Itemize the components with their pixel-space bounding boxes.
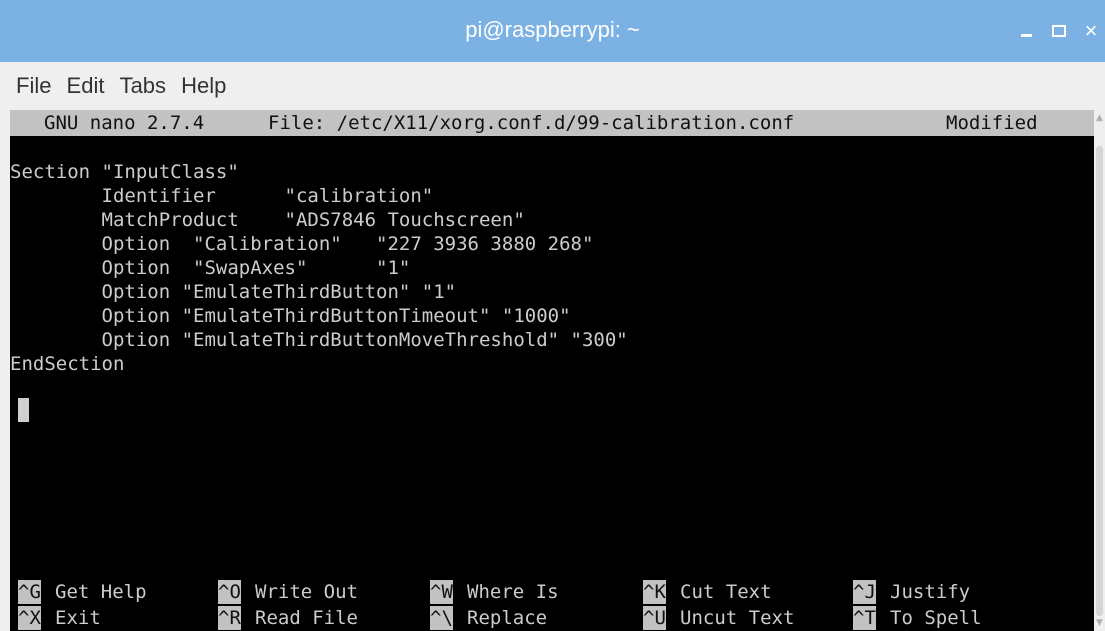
- editor-line: EndSection: [10, 353, 125, 375]
- nano-status: Modified: [946, 112, 1038, 134]
- scrollbar-thumb[interactable]: [1096, 146, 1103, 616]
- menu-file[interactable]: File: [16, 62, 51, 110]
- editor-line: Section "InputClass": [10, 161, 239, 183]
- terminal-area[interactable]: GNU nano 2.7.4 File: /etc/X11/xorg.conf.…: [10, 110, 1094, 631]
- shortcut-where-is[interactable]: Where Is: [467, 580, 559, 604]
- menu-edit[interactable]: Edit: [67, 62, 105, 110]
- shortcut-to-spell[interactable]: To Spell: [890, 606, 982, 630]
- editor-line: Identifier "calibration": [10, 185, 434, 207]
- minimize-button[interactable]: [1012, 18, 1040, 44]
- maximize-button[interactable]: [1045, 18, 1073, 44]
- nano-filename: File: /etc/X11/xorg.conf.d/99-calibratio…: [268, 112, 795, 134]
- shortcut-key: ^\: [430, 606, 453, 630]
- window-title: pi@raspberrypi: ~: [465, 17, 640, 42]
- scroll-down-icon[interactable]: ▼: [1095, 618, 1104, 628]
- scroll-up-icon[interactable]: ▲: [1095, 113, 1104, 123]
- menu-tabs[interactable]: Tabs: [120, 62, 166, 110]
- text-cursor: [18, 398, 29, 422]
- minimize-icon: [1020, 34, 1032, 37]
- scrollbar[interactable]: ▲ ▼: [1094, 110, 1105, 631]
- menu-help[interactable]: Help: [181, 62, 226, 110]
- shortcut-key: ^R: [218, 606, 241, 630]
- nano-header: GNU nano 2.7.4 File: /etc/X11/xorg.conf.…: [10, 110, 1094, 136]
- shortcut-justify[interactable]: Justify: [890, 580, 970, 604]
- title-bar[interactable]: pi@raspberrypi: ~ ×: [0, 0, 1105, 62]
- editor-line: Option "SwapAxes" "1": [10, 257, 411, 279]
- editor-line: Option "EmulateThirdButtonTimeout" "1000…: [10, 305, 571, 327]
- shortcut-replace[interactable]: Replace: [467, 606, 547, 630]
- shortcut-key: ^W: [430, 580, 453, 604]
- shortcut-key: ^J: [853, 580, 876, 604]
- shortcut-key: ^U: [643, 606, 666, 630]
- terminal-window: pi@raspberrypi: ~ × File Edit Tabs Help …: [0, 0, 1105, 631]
- shortcut-key: ^T: [853, 606, 876, 630]
- shortcut-read-file[interactable]: Read File: [255, 606, 358, 630]
- shortcut-key: ^X: [18, 606, 41, 630]
- shortcut-key: ^G: [18, 580, 41, 604]
- shortcut-key: ^K: [643, 580, 666, 604]
- editor-line: Option "Calibration" "227 3936 3880 268": [10, 233, 594, 255]
- maximize-icon: [1052, 25, 1066, 37]
- shortcut-exit[interactable]: Exit: [55, 606, 101, 630]
- shortcut-key: ^O: [218, 580, 241, 604]
- close-button[interactable]: ×: [1077, 18, 1105, 44]
- shortcut-get-help[interactable]: Get Help: [55, 580, 147, 604]
- editor-line: MatchProduct "ADS7846 Touchscreen": [10, 209, 525, 231]
- nano-version: GNU nano 2.7.4: [44, 112, 205, 134]
- shortcut-uncut-text[interactable]: Uncut Text: [680, 606, 794, 630]
- shortcut-cut-text[interactable]: Cut Text: [680, 580, 772, 604]
- editor-line: Option "EmulateThirdButton" "1": [10, 281, 457, 303]
- shortcut-write-out[interactable]: Write Out: [255, 580, 358, 604]
- close-icon: ×: [1084, 18, 1098, 43]
- editor-line: Option "EmulateThirdButtonMoveThreshold"…: [10, 329, 628, 351]
- menu-bar: File Edit Tabs Help: [0, 62, 1105, 106]
